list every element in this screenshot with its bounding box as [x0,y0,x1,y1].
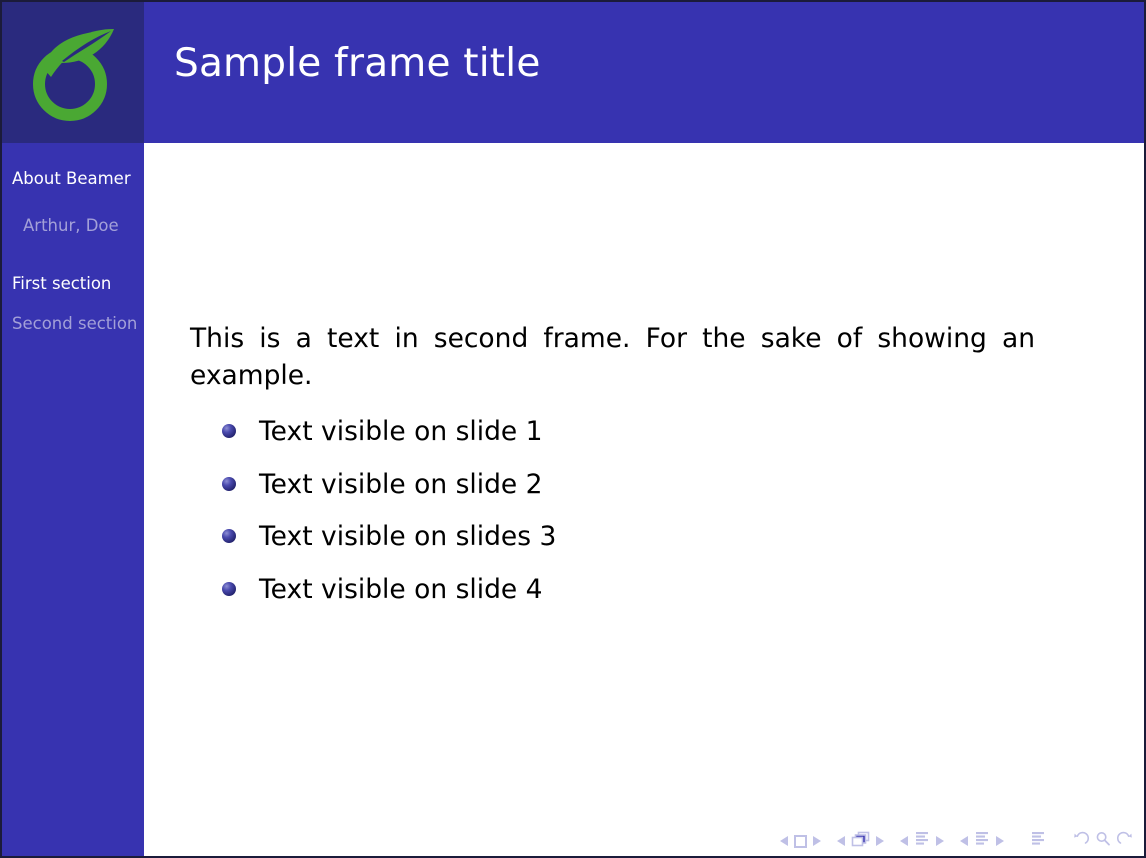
slide-navigation-group [780,834,821,848]
back-arrow-icon[interactable] [1072,830,1090,852]
subsection-navigation-group [900,831,944,852]
previous-section-icon[interactable] [960,836,968,846]
document-lines-icon[interactable] [1030,831,1046,852]
forward-arrow-icon[interactable] [1116,830,1134,852]
ball-bullet-icon [222,424,236,438]
frame-header-bar: Sample frame title [2,2,1144,143]
list-item: Text visible on slides 3 [222,520,1022,573]
ball-bullet-icon [222,581,236,596]
list-item-label: Text visible on slide 1 [259,416,543,447]
beamer-navigation-symbols [780,830,1134,852]
list-item: Text visible on slide 1 [222,415,1022,468]
section-navigation-group [960,831,1004,852]
next-slide-icon[interactable] [813,836,821,846]
frame-navigation-group [837,831,884,852]
search-icon[interactable] [1094,830,1112,852]
page-title: Sample frame title [174,41,541,86]
square-icon[interactable] [794,834,807,848]
previous-frame-icon[interactable] [837,836,845,846]
presentation-group [1030,831,1046,852]
sidebar-author[interactable]: Arthur, Doe [23,216,119,235]
slide-content-area: This is a text in second frame. For the … [144,143,1144,856]
previous-subsection-icon[interactable] [900,836,908,846]
logo-block [2,2,144,143]
body-paragraph: This is a text in second frame. For the … [190,323,1035,391]
list-item-label: Text visible on slide 4 [259,573,543,605]
ball-bullet-icon [222,476,236,491]
next-section-icon[interactable] [996,836,1004,846]
list-item: Text visible on slide 4 [222,573,1022,626]
beamer-slide: Sample frame title About Beamer Arthur, … [0,0,1146,858]
history-group [1072,830,1134,852]
bullet-list: Text visible on slide 1 Text visible on … [222,415,1022,625]
lines-icon[interactable] [914,831,930,852]
sprout-leaf-logo-icon [25,21,121,125]
list-item-label: Text visible on slide 2 [259,468,543,500]
next-subsection-icon[interactable] [936,836,944,846]
list-item: Text visible on slide 2 [222,468,1022,521]
stacked-frames-icon[interactable] [851,831,870,852]
previous-slide-icon[interactable] [780,836,788,846]
sidebar-presentation-title[interactable]: About Beamer [12,169,131,188]
sidebar-item-second-section[interactable]: Second section [12,314,137,333]
next-frame-icon[interactable] [876,836,884,846]
list-item-label: Text visible on slides 3 [259,521,557,552]
sidebar-item-first-section[interactable]: First section [12,274,111,293]
lines-icon[interactable] [974,831,990,852]
ball-bullet-icon [222,529,236,543]
sidebar-navigation: About Beamer Arthur, Doe First section S… [2,143,144,856]
